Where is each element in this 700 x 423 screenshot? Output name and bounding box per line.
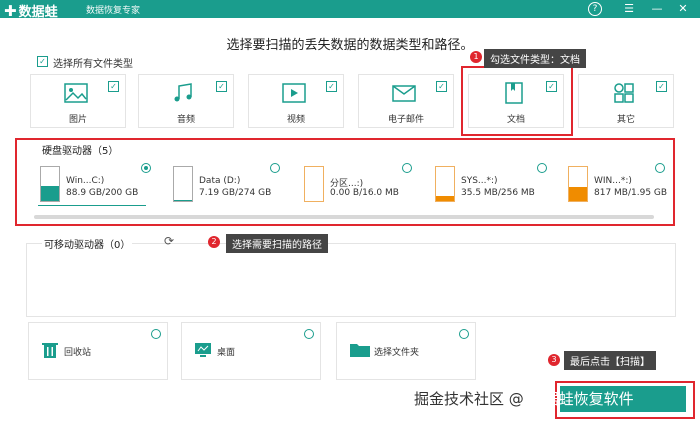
drive-size: 7.19 GB/274 GB — [199, 188, 272, 198]
annotation-callout-3: 最后点击【扫描】 — [564, 351, 656, 370]
app-logo: ✚ 数据蛙 — [4, 1, 58, 20]
file-type-checkbox[interactable]: ✓ — [216, 81, 227, 92]
recycle-bin-icon — [42, 343, 58, 358]
location-radio[interactable] — [151, 329, 161, 339]
drive-item[interactable]: 分区...:) 0.00 B/16.0 MB — [304, 162, 416, 210]
desktop-icon — [195, 343, 211, 357]
file-type-label: 图片 — [68, 115, 87, 125]
file-type-checkbox[interactable]: ✓ — [326, 81, 337, 92]
help-icon[interactable]: ? — [588, 2, 602, 16]
drive-name: Data (D:) — [199, 176, 241, 186]
drive-usage-bar — [435, 166, 455, 202]
drive-item[interactable]: Win...C:) 88.9 GB/200 GB — [40, 162, 152, 210]
drive-radio[interactable] — [655, 163, 665, 173]
drive-usage-fill — [174, 199, 192, 201]
file-type-label: 视频 — [286, 115, 305, 125]
page-title: 选择要扫描的丢失数据的数据类型和路径。 — [226, 38, 474, 53]
drive-radio[interactable] — [537, 163, 547, 173]
file-type-other[interactable]: ✓ 其它 — [578, 74, 674, 128]
drive-size: 0.00 B/16.0 MB — [330, 188, 399, 198]
title-bar: ✚ 数据蛙 数据恢复专家 ? ☰ — ✕ — [0, 0, 700, 20]
location-radio[interactable] — [304, 329, 314, 339]
annotation-callout-1: 勾选文件类型：文档 — [484, 49, 586, 68]
annotation-badge-3: 3 — [548, 354, 560, 366]
drive-radio[interactable] — [270, 163, 280, 173]
removable-drives-title: 可移动驱动器（0） — [42, 236, 133, 251]
file-type-audio[interactable]: ✓ 音频 — [138, 74, 234, 128]
watermark-suffix: 数据蛙恢复软件 — [528, 390, 634, 408]
drive-selected-underline — [38, 205, 146, 206]
audio-icon — [174, 83, 192, 102]
image-icon — [64, 83, 88, 103]
file-type-label: 其它 — [616, 115, 635, 125]
checkbox-icon[interactable]: ✓ — [37, 56, 48, 67]
file-type-image[interactable]: ✓ 图片 — [30, 74, 126, 128]
drive-usage-fill — [569, 186, 587, 201]
annotation-box-document — [461, 66, 573, 136]
annotation-badge-1: 1 — [470, 51, 482, 63]
file-type-label: 电子邮件 — [387, 115, 424, 125]
removable-drives-panel — [26, 243, 676, 317]
drive-usage-bar — [568, 166, 588, 202]
file-type-checkbox[interactable]: ✓ — [436, 81, 447, 92]
drives-scrollbar[interactable] — [34, 215, 654, 219]
location-label: 选择文件夹 — [374, 348, 420, 358]
file-type-checkbox[interactable]: ✓ — [656, 81, 667, 92]
drive-size: 35.5 MB/256 MB — [461, 188, 535, 198]
close-icon[interactable]: ✕ — [676, 2, 690, 16]
drive-usage-bar — [173, 166, 193, 202]
refresh-icon[interactable]: ⟳ — [164, 234, 174, 248]
file-type-email[interactable]: ✓ 电子邮件 — [358, 74, 454, 128]
location-label: 桌面 — [217, 348, 236, 358]
logo-plus-icon: ✚ — [4, 2, 17, 20]
drive-usage-bar — [40, 166, 60, 202]
minimize-icon[interactable]: — — [650, 2, 664, 16]
video-icon — [282, 83, 306, 103]
annotation-callout-2: 选择需要扫描的路径 — [226, 234, 328, 253]
watermark-prefix: 掘金技术社区 @ — [414, 390, 524, 408]
drive-item[interactable]: Data (D:) 7.19 GB/274 GB — [173, 162, 285, 210]
drive-name: WIN...*:) — [594, 176, 632, 186]
drive-radio[interactable] — [402, 163, 412, 173]
drive-name: Win...C:) — [66, 176, 105, 186]
app-subtitle: 数据恢复专家 — [86, 6, 141, 16]
watermark: 掘金技术社区 @ 数据蛙恢复软件 — [414, 388, 634, 409]
select-all-label: 选择所有文件类型 — [53, 59, 133, 70]
annotation-badge-2: 2 — [208, 236, 220, 248]
email-icon — [392, 85, 416, 102]
file-type-label: 音频 — [176, 115, 195, 125]
app-name: 数据蛙 — [18, 5, 58, 20]
drive-radio-selected[interactable] — [141, 163, 151, 173]
location-select-folder[interactable]: 选择文件夹 — [336, 322, 476, 380]
drive-usage-fill — [436, 196, 454, 201]
drive-size: 817 MB/1.95 GB — [594, 188, 668, 198]
menu-icon[interactable]: ☰ — [622, 2, 636, 16]
other-icon — [614, 83, 634, 103]
drive-usage-bar — [304, 166, 324, 202]
file-type-checkbox[interactable]: ✓ — [108, 81, 119, 92]
drive-size: 88.9 GB/200 GB — [66, 188, 139, 198]
location-radio[interactable] — [459, 329, 469, 339]
drive-usage-fill — [41, 186, 59, 201]
location-desktop[interactable]: 桌面 — [181, 322, 321, 380]
folder-icon — [350, 344, 370, 357]
file-type-video[interactable]: ✓ 视频 — [248, 74, 344, 128]
drive-item[interactable]: SYS...*:) 35.5 MB/256 MB — [435, 162, 547, 210]
hard-drives-title: 硬盘驱动器（5） — [42, 146, 119, 157]
location-label: 回收站 — [64, 348, 92, 358]
drive-name: SYS...*:) — [461, 176, 498, 186]
location-recycle-bin[interactable]: 回收站 — [28, 322, 168, 380]
